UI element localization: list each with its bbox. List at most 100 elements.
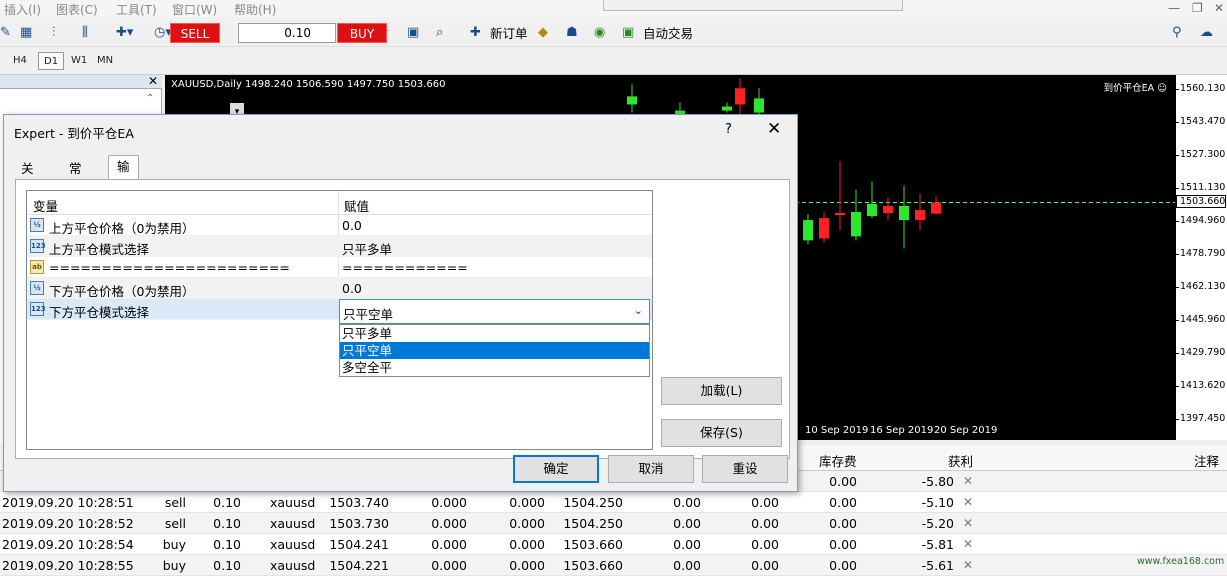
tf-h4[interactable]: H4 xyxy=(8,52,32,70)
signals-icon[interactable]: ☗ xyxy=(566,22,578,42)
lot-increase-icon[interactable]: ▴ xyxy=(318,100,323,110)
close-position-icon[interactable]: ✕ xyxy=(963,495,973,509)
cell-comm: 0.00 xyxy=(673,516,701,531)
price-label: 1397.450 xyxy=(1174,413,1226,424)
close-position-icon[interactable]: ✕ xyxy=(963,474,973,488)
tab-common[interactable]: 常用 xyxy=(62,157,89,198)
price-label: 1445.960 xyxy=(1174,314,1226,325)
param-row[interactable]: 123 上方平仓模式选择 只平多单 xyxy=(27,236,652,257)
col-value: 赋值 xyxy=(344,199,370,214)
candle xyxy=(819,212,829,243)
save-button[interactable]: 保存(S) xyxy=(661,419,782,447)
close-position-icon[interactable]: ✕ xyxy=(963,516,973,530)
chat-icon[interactable]: ☁ xyxy=(1200,22,1213,42)
tester-icon[interactable]: ⌕ xyxy=(436,22,443,42)
pencil-icon[interactable]: ✎ xyxy=(0,22,11,42)
param-row[interactable]: ab ======================= ============ xyxy=(27,257,652,278)
col-comment[interactable]: 注释 xyxy=(1194,451,1219,470)
param-value[interactable]: 只平多单 xyxy=(342,239,392,258)
help-icon[interactable]: ? xyxy=(725,122,732,137)
sell-button[interactable]: SELL xyxy=(170,23,220,43)
param-value[interactable]: 0.0 xyxy=(342,218,362,233)
lot-size-input[interactable]: 0.10 xyxy=(238,23,336,43)
tab-about[interactable]: 关于 xyxy=(14,157,41,198)
price-label: 1560.130 xyxy=(1174,83,1226,94)
cell-sym: xauusd xyxy=(270,537,316,552)
profiles-icon[interactable]: ▦ xyxy=(20,22,32,42)
load-button[interactable]: 加载(L) xyxy=(661,377,782,405)
menu-charts[interactable]: 图表(C) xyxy=(56,1,98,18)
col-profit[interactable]: 获利 xyxy=(948,451,973,470)
param-row[interactable]: ½ 下方平仓价格（0为禁用） 0.0 xyxy=(27,278,652,299)
tab-inputs[interactable]: 输入参数 xyxy=(108,155,139,240)
close-icon[interactable]: ✕ xyxy=(1214,1,1224,15)
cell-time: 2019.09.20 10:28:51 xyxy=(2,495,134,510)
autotrading-icon[interactable]: ▣ xyxy=(622,22,634,42)
cell-open: 1503.730 xyxy=(329,516,389,531)
vps-icon[interactable]: ◉ xyxy=(594,22,605,42)
param-row[interactable]: ½ 上方平仓价格（0为禁用） 0.0 xyxy=(27,215,652,236)
cancel-button[interactable]: 取消 xyxy=(608,455,694,483)
mode-select[interactable]: 只平空单 ⌄ xyxy=(339,299,650,324)
cell-comm: 0.00 xyxy=(673,537,701,552)
table-row[interactable]: 2019.09.20 10:28:54 buy 0.10 xauusd 1504.241… xyxy=(0,534,1227,555)
cell-profit: -5.20 xyxy=(921,516,954,531)
cell-swap: 0.00 xyxy=(829,474,857,489)
new-order-icon[interactable]: ✚ xyxy=(470,22,481,42)
add-indicator-icon[interactable]: ✚▾ xyxy=(116,22,133,42)
tf-w1[interactable]: W1 xyxy=(66,52,92,70)
table-row[interactable]: 2019.09.20 10:28:51 sell 0.10 xauusd 1503.74… xyxy=(0,492,1227,513)
close-position-icon[interactable]: ✕ xyxy=(963,558,973,572)
auto-trading-button[interactable]: 自动交易 xyxy=(643,23,693,42)
dropdown-option[interactable]: 多空全平 xyxy=(340,359,649,376)
param-value[interactable]: 0.0 xyxy=(342,281,362,296)
watermark: www.fxea168.com xyxy=(1137,556,1225,567)
timeframe-bar: H4 D1 W1 MN xyxy=(0,47,1227,75)
inputs-page: 变量 赋值 ½ 上方平仓价格（0为禁用） 0.0 123 上方平仓模式选择 只平… xyxy=(15,179,790,459)
close-position-icon[interactable]: ✕ xyxy=(963,537,973,551)
minimize-icon[interactable]: — xyxy=(1168,1,1180,15)
cell-profit: -5.80 xyxy=(921,474,954,489)
buy-button[interactable]: BUY xyxy=(337,23,387,43)
reset-button[interactable]: 重设 xyxy=(702,455,788,483)
param-value[interactable]: ============ xyxy=(342,260,468,275)
cell-tax: 0.00 xyxy=(751,516,779,531)
chevron-down-icon[interactable]: ⌄ xyxy=(634,304,643,317)
col-swap[interactable]: 库存费 xyxy=(819,451,857,470)
cell-type: buy xyxy=(162,537,186,552)
ok-button[interactable]: 确定 xyxy=(513,455,599,483)
dropdown-option[interactable]: 只平多单 xyxy=(340,325,649,342)
menu-help[interactable]: 帮助(H) xyxy=(234,1,276,18)
candle-chart-icon[interactable]: ⫼ xyxy=(82,22,88,42)
param-name: ======================= xyxy=(49,260,290,275)
bar-chart-icon[interactable]: ⫶ xyxy=(52,22,55,42)
price-label: 1413.620 xyxy=(1174,380,1226,391)
restore-icon[interactable]: ❐ xyxy=(1192,1,1203,15)
table-row[interactable]: 2019.09.20 10:28:55 buy 0.10 xauusd 1504.221… xyxy=(0,555,1227,576)
market-icon[interactable]: ◆ xyxy=(538,22,548,42)
cell-swap: 0.00 xyxy=(829,495,857,510)
date-label: 20 Sep 2019 xyxy=(934,425,998,436)
cell-sym: xauusd xyxy=(270,516,316,531)
close-icon[interactable]: ✕ xyxy=(767,119,781,139)
navigator-icon[interactable]: ▣ xyxy=(407,22,419,42)
cell-profit: -5.10 xyxy=(921,495,954,510)
menu-insert[interactable]: 插入(I) xyxy=(4,1,41,18)
new-order-button[interactable]: 新订单 xyxy=(490,23,528,42)
menu-tools[interactable]: 工具(T) xyxy=(116,1,157,18)
search-icon[interactable]: ⚲ xyxy=(1172,22,1182,42)
navigator-header xyxy=(0,75,162,89)
param-name: 下方平仓价格（0为禁用） xyxy=(49,284,195,299)
candle xyxy=(835,161,845,231)
close-icon[interactable]: ✕ xyxy=(148,74,158,88)
cell-sym: xauusd xyxy=(270,495,316,510)
scroll-up-icon[interactable]: ⌃ xyxy=(146,93,154,104)
tf-mn[interactable]: MN xyxy=(92,52,118,70)
price-label: 1462.130 xyxy=(1174,281,1226,292)
dropdown-option-highlighted[interactable]: 只平空单 xyxy=(340,342,649,359)
candle xyxy=(915,193,925,231)
cell-lots: 0.10 xyxy=(213,495,241,510)
table-row[interactable]: 2019.09.20 10:28:52 sell 0.10 xauusd 1503.73… xyxy=(0,513,1227,534)
tf-d1[interactable]: D1 xyxy=(38,52,65,70)
menu-window[interactable]: 窗口(W) xyxy=(172,1,217,18)
